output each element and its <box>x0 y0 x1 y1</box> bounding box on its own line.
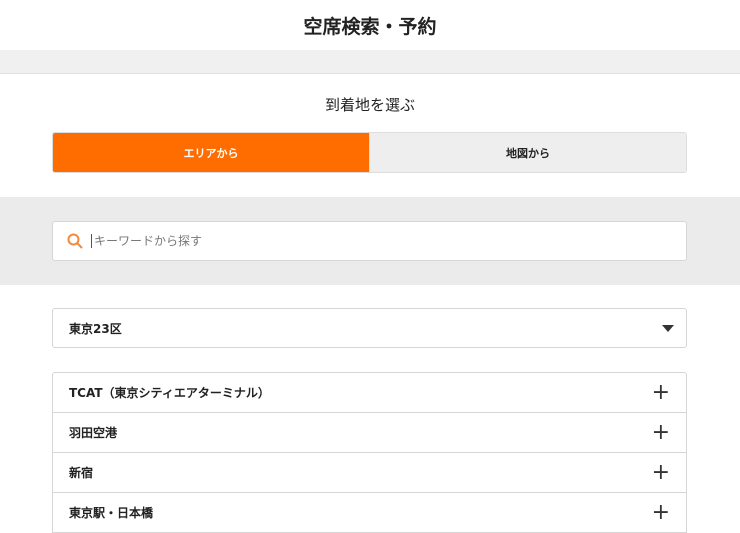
list-item[interactable]: TCAT（東京シティエアターミナル） + <box>53 373 686 413</box>
plus-icon: + <box>651 380 670 405</box>
tab-map[interactable]: 地図から <box>369 133 686 172</box>
tab-area[interactable]: エリアから <box>53 133 369 172</box>
tab-bar: エリアから 地図から <box>52 132 687 173</box>
list-item-label: 新宿 <box>69 466 94 480</box>
list-item[interactable]: 新宿 + <box>53 453 686 493</box>
search-box <box>52 221 687 261</box>
list-item-label: 羽田空港 <box>69 426 118 440</box>
destination-section: 到着地を選ぶ エリアから 地図から <box>0 74 740 197</box>
list-item-label: TCAT（東京シティエアターミナル） <box>69 386 270 400</box>
area-select[interactable]: 東京23区 <box>52 308 687 348</box>
plus-icon: + <box>651 420 670 445</box>
section-title: 到着地を選ぶ <box>324 96 415 114</box>
page-header: 空席検索・予約 <box>0 0 740 50</box>
plus-icon: + <box>651 500 670 525</box>
plus-icon: + <box>651 460 670 485</box>
search-band <box>0 197 740 285</box>
destination-list: TCAT（東京シティエアターミナル） + 羽田空港 + 新宿 + 東京駅・日本橋 + <box>52 372 687 533</box>
page-title: 空席検索・予約 <box>303 15 437 38</box>
divider-band <box>0 50 740 74</box>
chevron-down-icon <box>662 324 674 332</box>
list-item[interactable]: 羽田空港 + <box>53 413 686 453</box>
area-select-value: 東京23区 <box>69 321 122 336</box>
list-item[interactable]: 東京駅・日本橋 + <box>53 493 686 533</box>
list-item-label: 東京駅・日本橋 <box>69 506 154 520</box>
search-icon <box>67 233 83 249</box>
keyword-search-input[interactable] <box>91 234 651 248</box>
